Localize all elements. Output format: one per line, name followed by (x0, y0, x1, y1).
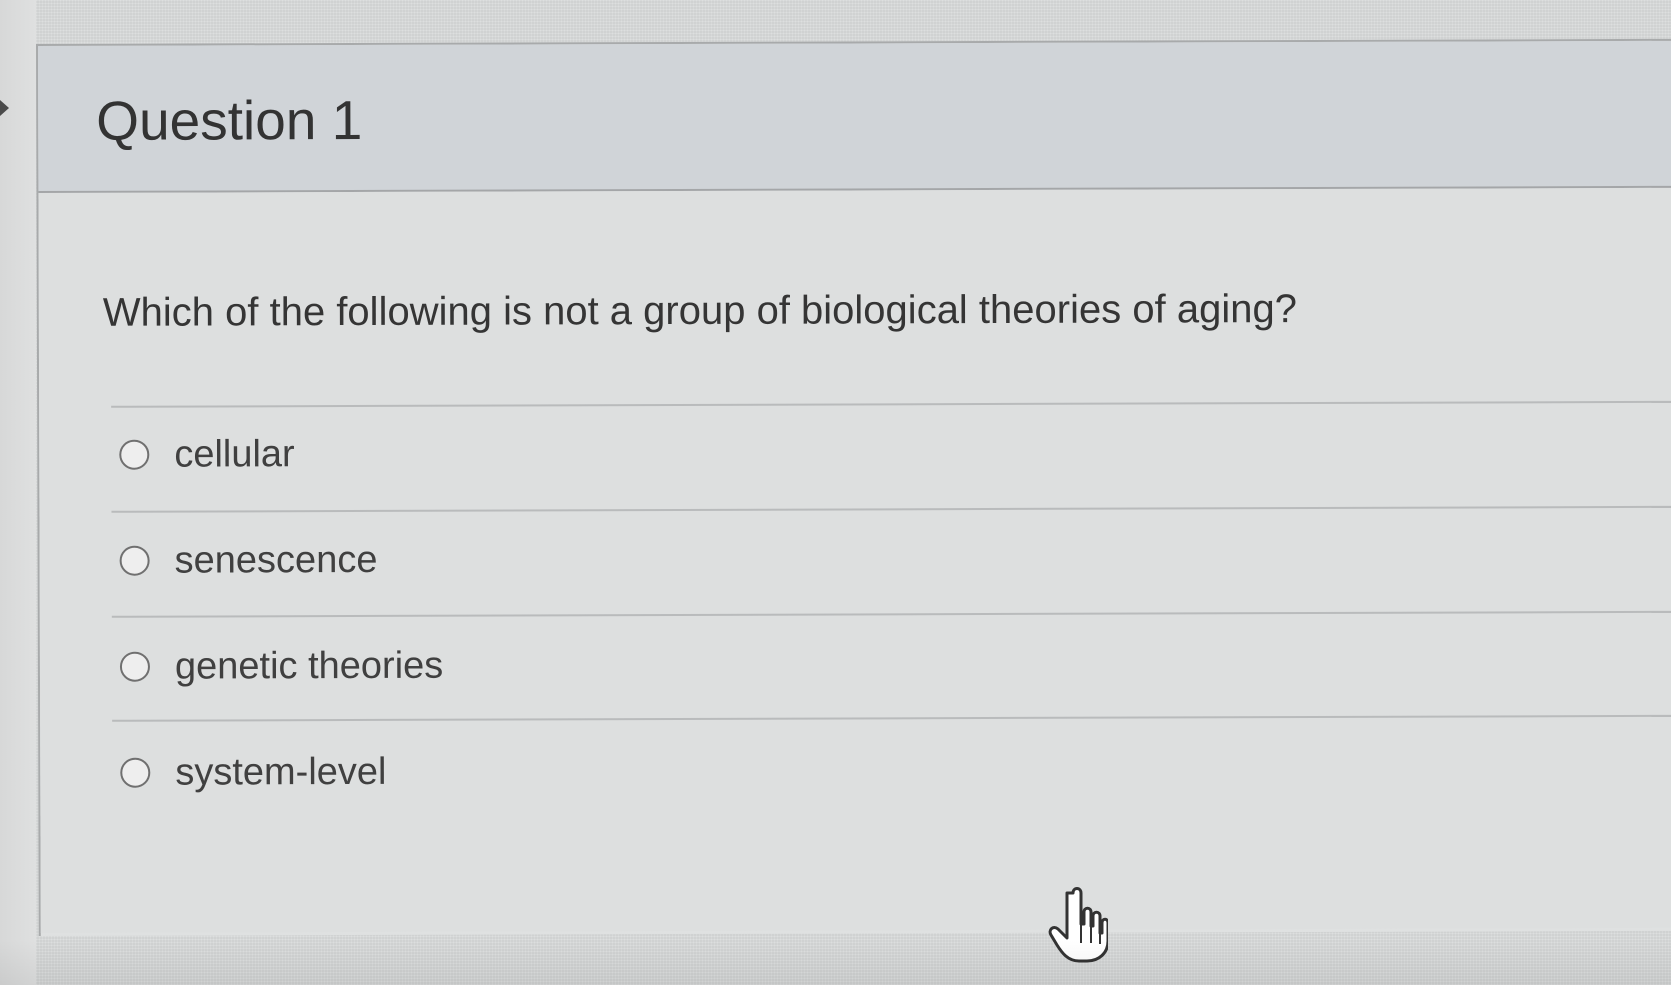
left-gutter (0, 0, 36, 985)
radio-button-system-level[interactable] (120, 757, 151, 788)
answer-label-cellular[interactable]: cellular (174, 433, 295, 476)
answer-divider (111, 400, 1671, 408)
answer-option-genetic-theories[interactable]: genetic theories (119, 627, 1640, 702)
triangle-right-icon (0, 100, 9, 116)
question-header: Question 1 (38, 40, 1671, 193)
answer-label-senescence[interactable]: senescence (175, 538, 378, 582)
answer-label-system-level[interactable]: system-level (175, 750, 386, 794)
answer-label-genetic-theories[interactable]: genetic theories (175, 644, 443, 688)
answer-divider (111, 505, 1671, 513)
answer-option-cellular[interactable]: cellular (119, 415, 1639, 490)
question-card: Question 1 Which of the following is not… (36, 38, 1671, 936)
question-prompt: Which of the following is not a group of… (102, 287, 1297, 335)
question-title: Question 1 (96, 88, 363, 152)
radio-button-senescence[interactable] (119, 545, 150, 576)
radio-button-cellular[interactable] (119, 439, 150, 470)
screen-bottom-shadow (0, 940, 1671, 985)
answer-divider (111, 610, 1671, 618)
question-body: Which of the following is not a group of… (38, 187, 1671, 933)
answer-divider (112, 714, 1671, 722)
answer-option-system-level[interactable]: system-level (120, 733, 1640, 808)
answer-option-senescence[interactable]: senescence (119, 521, 1640, 596)
radio-button-genetic-theories[interactable] (119, 651, 151, 682)
